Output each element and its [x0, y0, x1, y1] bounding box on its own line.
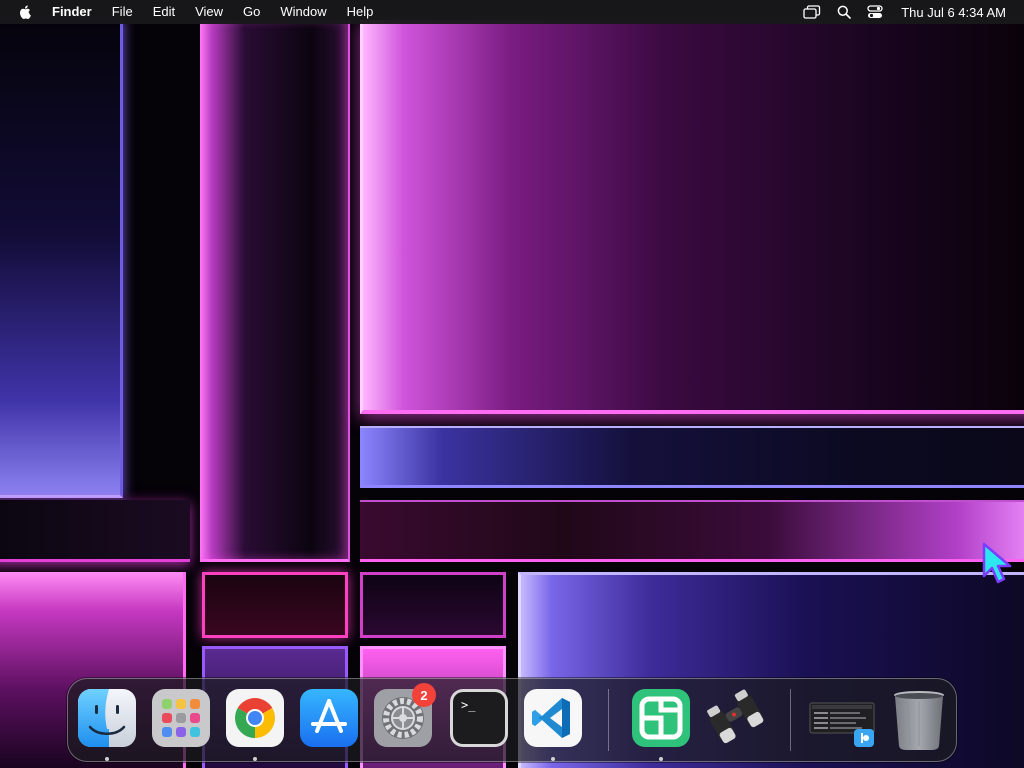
- wallpaper-panel: [360, 500, 1024, 562]
- chrome-icon: [226, 689, 284, 747]
- launchpad-icon: [152, 689, 210, 747]
- grid-app-icon: [632, 689, 690, 747]
- wallpaper-panel: [200, 20, 350, 562]
- notification-badge: 2: [412, 683, 436, 707]
- dock-finder[interactable]: [78, 689, 136, 747]
- menu-items: Finder File Edit View Go Window Help: [52, 0, 393, 24]
- dock-binoculars-app[interactable]: [704, 689, 764, 747]
- dock-app-green[interactable]: [632, 689, 690, 747]
- running-indicator: [105, 757, 109, 761]
- menu-edit[interactable]: Edit: [153, 0, 175, 24]
- vscode-icon: [524, 689, 582, 747]
- menu-view[interactable]: View: [195, 0, 223, 24]
- wallpaper-panel: [0, 500, 190, 562]
- desktop-wallpaper: [0, 0, 1024, 768]
- dock-recent-window-stack[interactable]: [808, 689, 878, 747]
- menu-window[interactable]: Window: [280, 0, 326, 24]
- menu-file[interactable]: File: [112, 0, 133, 24]
- apple-icon[interactable]: [18, 4, 34, 20]
- wallpaper-panel: [0, 20, 123, 498]
- dock: 2 >_: [67, 678, 957, 762]
- wallpaper-panel: [202, 572, 348, 638]
- wallpaper-panel: [360, 426, 1024, 488]
- status-area: Thu Jul 6 4:34 AM: [787, 5, 1014, 20]
- binoculars-icon: [707, 689, 764, 744]
- dock-separator: [790, 689, 791, 751]
- menu-bar: Finder File Edit View Go Window Help Thu…: [0, 0, 1024, 24]
- dock-terminal[interactable]: >_: [450, 689, 508, 747]
- finder-icon: [78, 689, 136, 747]
- screen-mirroring-icon[interactable]: [803, 5, 821, 19]
- menubar-clock[interactable]: Thu Jul 6 4:34 AM: [901, 5, 1006, 20]
- dock-chrome[interactable]: [226, 689, 284, 747]
- control-center-icon[interactable]: [867, 5, 883, 19]
- wallpaper-panel: [360, 572, 506, 638]
- dock-trash[interactable]: [890, 689, 948, 750]
- dock-separator: [608, 689, 609, 751]
- trash-icon: [894, 691, 944, 750]
- dock-app-store[interactable]: [300, 689, 358, 747]
- wallpaper-panel: [360, 20, 1024, 414]
- window-thumbnail-icon: [809, 702, 875, 747]
- terminal-icon: >_: [450, 689, 508, 747]
- mouse-cursor-icon: [982, 542, 1014, 586]
- dock-system-settings[interactable]: 2: [374, 683, 436, 747]
- running-indicator: [551, 757, 555, 761]
- terminal-prompt: >_: [453, 692, 505, 744]
- dock-launchpad[interactable]: [152, 689, 210, 747]
- running-indicator: [659, 757, 663, 761]
- running-indicator: [253, 757, 257, 761]
- menu-help[interactable]: Help: [347, 0, 374, 24]
- app-store-icon: [300, 689, 358, 747]
- search-icon[interactable]: [837, 5, 852, 19]
- menu-go[interactable]: Go: [243, 0, 260, 24]
- dock-vscode[interactable]: [524, 689, 582, 747]
- menu-app-finder[interactable]: Finder: [52, 0, 92, 24]
